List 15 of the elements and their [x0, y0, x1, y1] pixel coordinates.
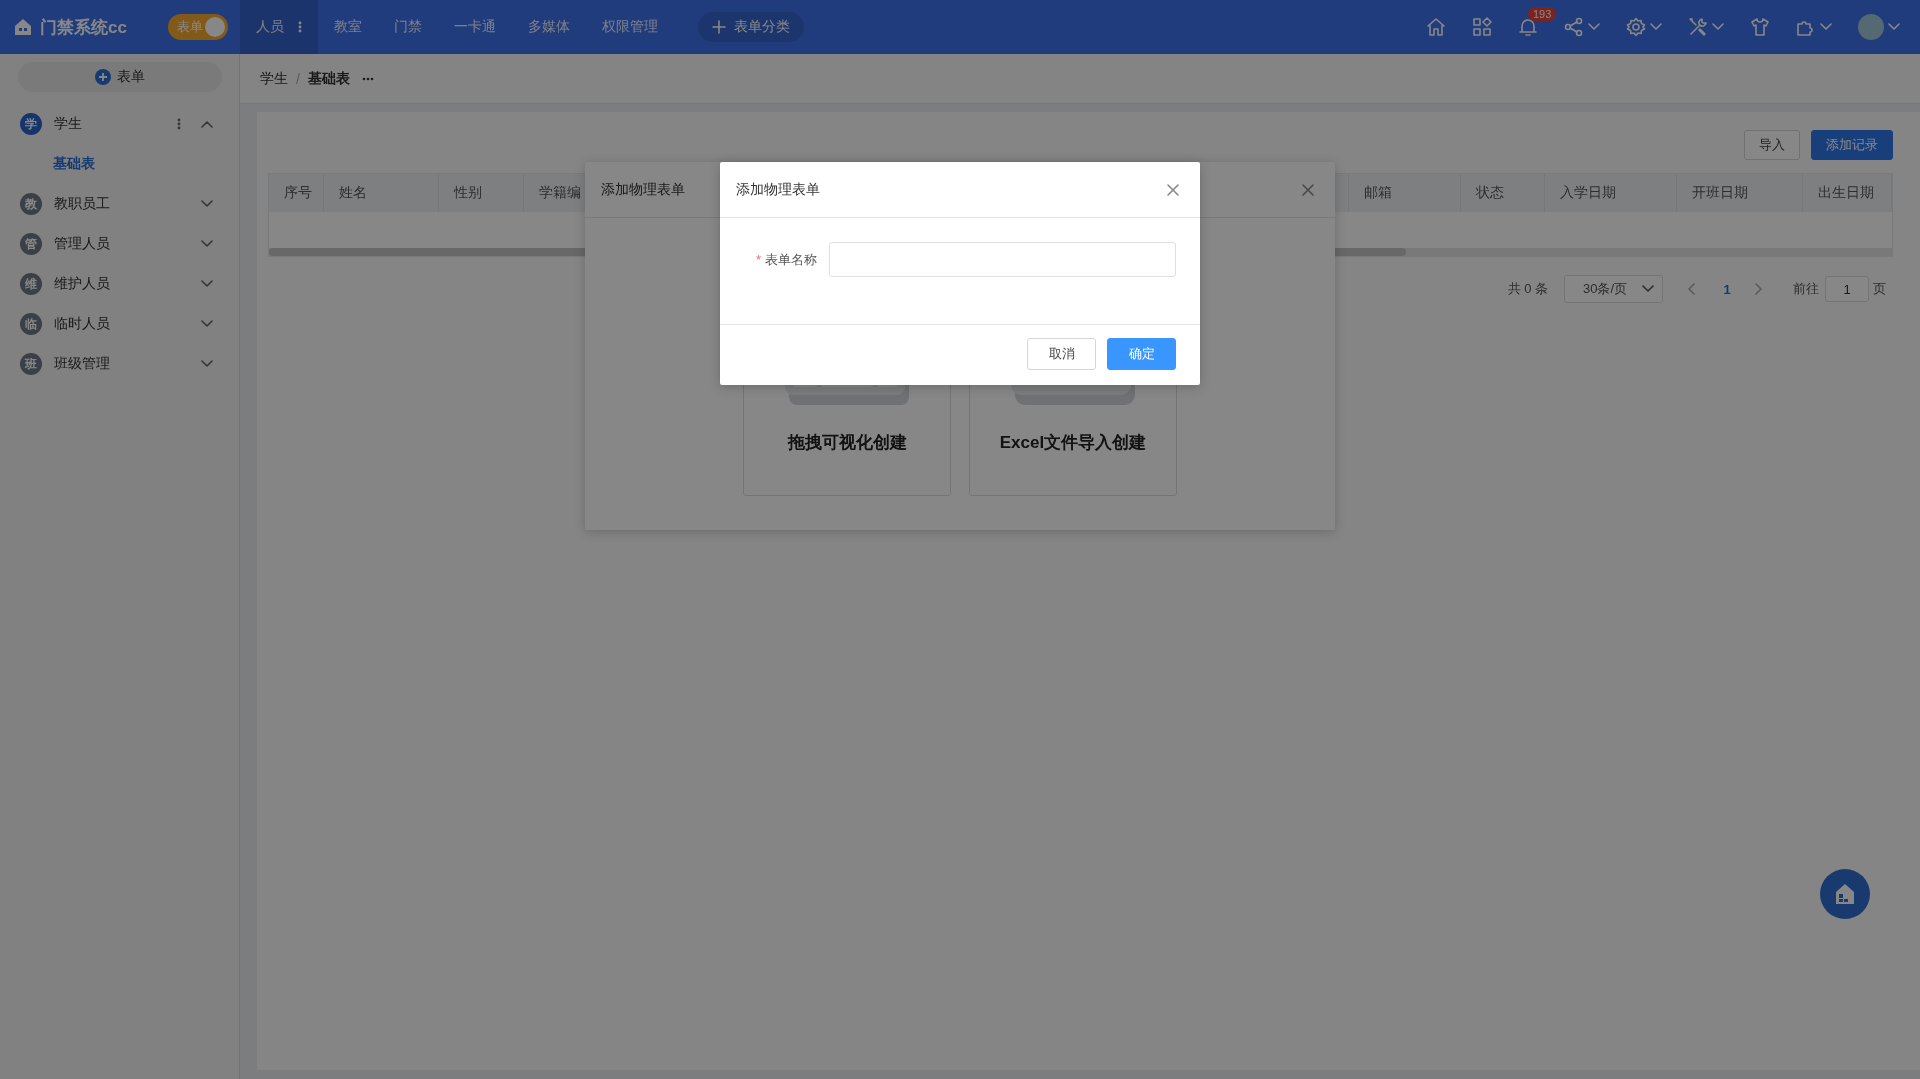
category-avatar: 维	[20, 273, 42, 295]
goto-label: 前往	[1793, 280, 1819, 298]
app-title: 门禁系统cc	[40, 16, 127, 39]
dialog-title: 添加物理表单	[601, 180, 685, 199]
category-avatar: 临	[20, 313, 42, 335]
total-count: 共 0 条	[1507, 280, 1548, 298]
category-avatar: 班	[20, 353, 42, 375]
dialog-title: 添加物理表单	[736, 180, 820, 199]
category-avatar: 教	[20, 193, 42, 215]
notification-badge: 193	[1528, 7, 1557, 21]
field-label: * 表单名称	[754, 250, 817, 269]
category-avatar: 管	[20, 233, 42, 255]
category-avatar: 学	[20, 113, 42, 135]
page-suffix: 页	[1873, 280, 1886, 298]
breadcrumb-separator: /	[296, 70, 300, 87]
